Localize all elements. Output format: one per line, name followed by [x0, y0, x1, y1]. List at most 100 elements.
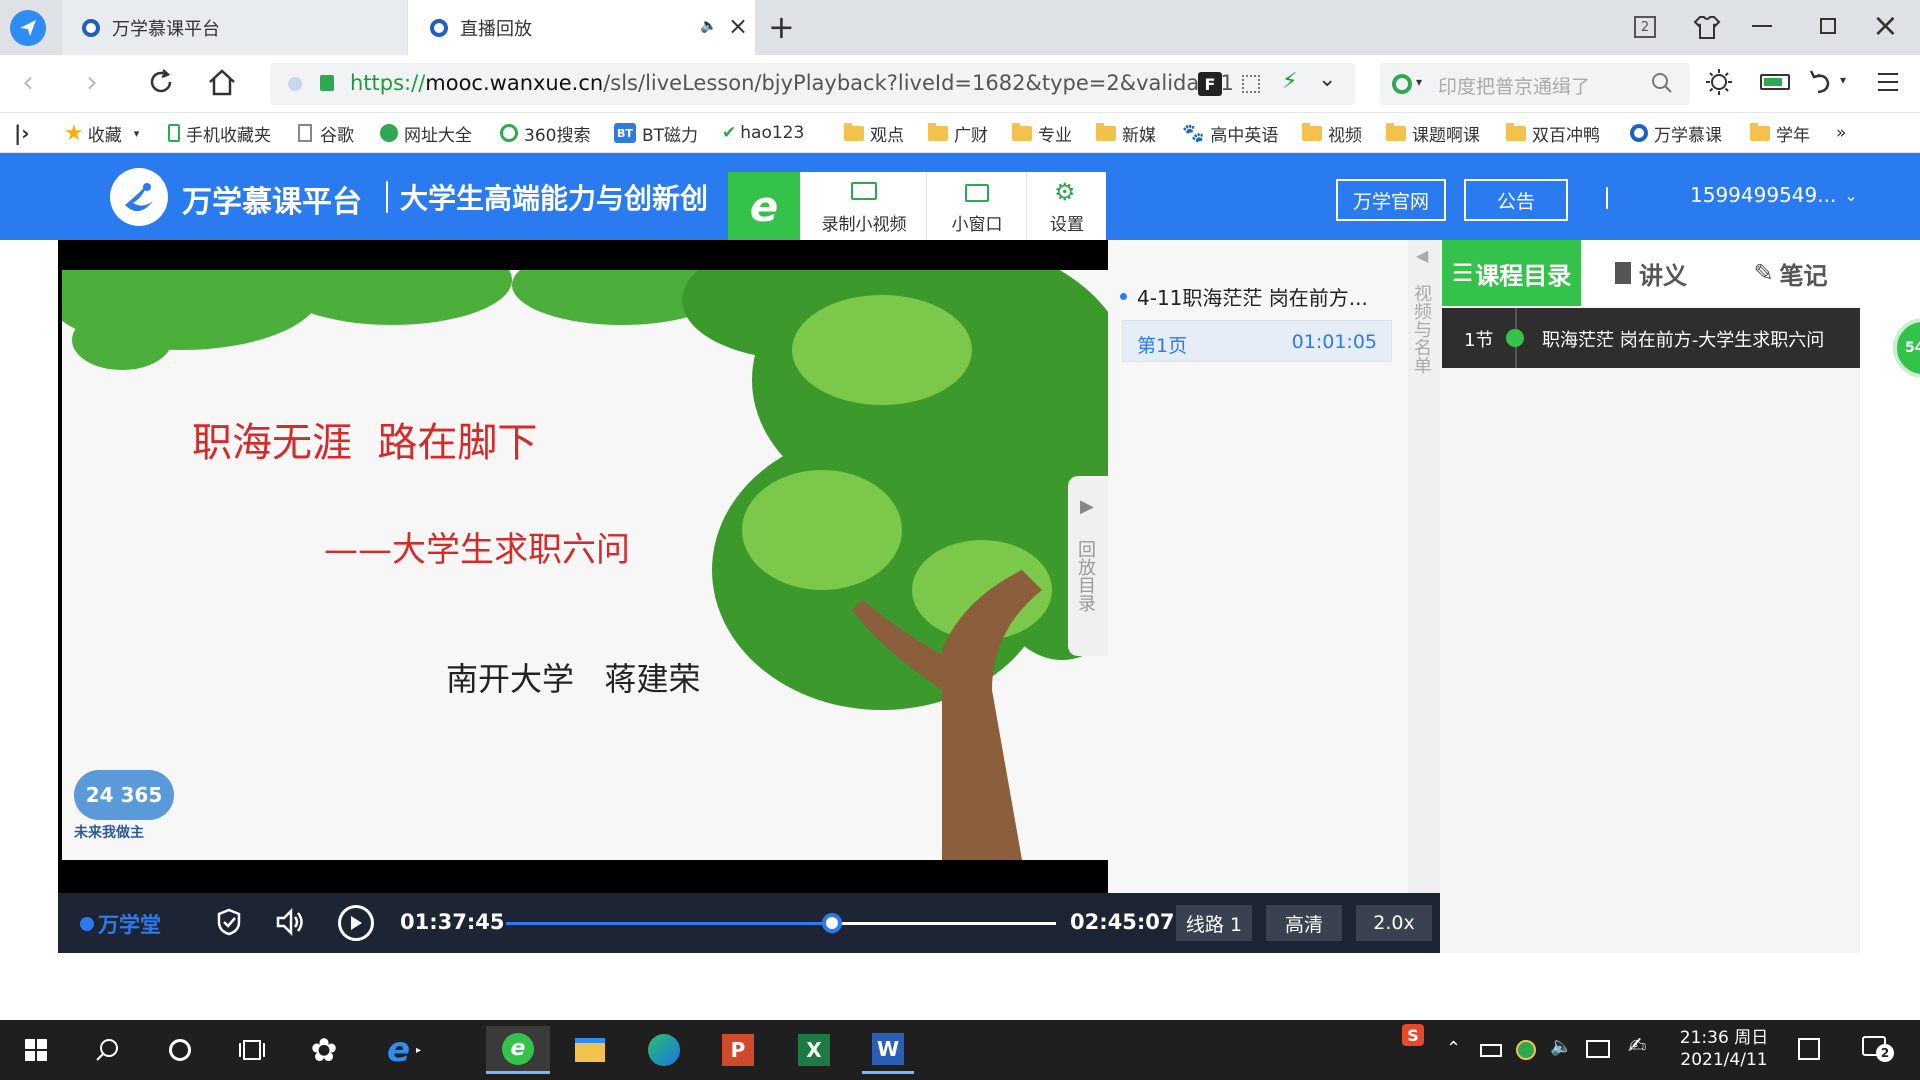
- lightning-icon[interactable]: ⚡: [1282, 69, 1297, 94]
- undo-icon[interactable]: [1808, 67, 1836, 97]
- bookmark-folder-topics[interactable]: 课题啊课: [1386, 121, 1480, 146]
- video-list-toggle[interactable]: ◀ 视频与名单: [1408, 240, 1440, 893]
- volume-icon[interactable]: 🔈: [1550, 1036, 1572, 1057]
- green-tray-icon[interactable]: [1516, 1040, 1536, 1060]
- shield-icon[interactable]: [214, 907, 244, 937]
- bookmark-folder-video[interactable]: 视频: [1302, 121, 1362, 146]
- chevron-down-icon[interactable]: ⌄: [1318, 67, 1336, 92]
- chevron-down-icon[interactable]: ▾: [1840, 73, 1846, 87]
- network-icon[interactable]: [1586, 1040, 1610, 1058]
- notes-icon[interactable]: [1798, 1038, 1820, 1060]
- tab-close-icon[interactable]: ×: [728, 12, 748, 40]
- battery-icon[interactable]: [1480, 1044, 1502, 1057]
- chevron-down-icon[interactable]: ▾: [134, 127, 140, 140]
- bookmark-mobile[interactable]: 手机收藏夹: [168, 121, 271, 146]
- tab-count-button[interactable]: 2: [1634, 16, 1656, 38]
- shirt-icon[interactable]: [1692, 12, 1722, 42]
- pinwheel-app-icon[interactable]: ✿: [298, 1026, 350, 1074]
- playback-catalog-toggle[interactable]: ▶ 回放目录: [1068, 476, 1108, 656]
- bookmark-english[interactable]: 🐾 高中英语: [1182, 121, 1278, 146]
- tab-catalog[interactable]: ☰ 课程目录: [1442, 240, 1581, 306]
- qr-code-icon[interactable]: [1242, 75, 1260, 93]
- tab-handout[interactable]: 讲义: [1581, 240, 1721, 306]
- site-info-icon[interactable]: [288, 77, 302, 91]
- restore-button[interactable]: [1820, 18, 1836, 34]
- file-explorer-icon[interactable]: [564, 1026, 616, 1074]
- quality-button[interactable]: 高清: [1266, 905, 1342, 941]
- tab-playback[interactable]: 直播回放 🔈 ×: [408, 0, 755, 55]
- url-bar[interactable]: https://mooc.wanxue.cn/sls/liveLesson/bj…: [270, 63, 1355, 105]
- bookmark-folder-double[interactable]: 双百冲鸭: [1506, 121, 1600, 146]
- play-button[interactable]: [338, 905, 374, 941]
- excel-icon[interactable]: X: [788, 1026, 840, 1074]
- bookmark-folder-year[interactable]: 学年: [1750, 121, 1810, 146]
- bookmark-directory[interactable]: 网址大全: [380, 121, 472, 146]
- bookmark-google[interactable]: 谷歌: [298, 121, 354, 146]
- tab-wanxue[interactable]: 万学慕课平台: [62, 0, 407, 55]
- bookmark-favorites[interactable]: ★ 收藏 ▾: [64, 121, 140, 146]
- brightness-icon[interactable]: [1704, 67, 1734, 97]
- bookmark-bt[interactable]: BT BT磁力: [614, 121, 698, 146]
- ie-browser-icon[interactable]: e ▸: [378, 1026, 430, 1074]
- browser-logo-icon[interactable]: [10, 10, 46, 46]
- progress-handle[interactable]: [821, 913, 842, 933]
- catalog-item[interactable]: 1节 职海茫茫 岗在前方-大学生求职六问: [1442, 308, 1860, 368]
- announcement-button[interactable]: 公告: [1464, 179, 1568, 221]
- official-site-button[interactable]: 万学官网: [1336, 179, 1446, 221]
- wanxue-logo-icon[interactable]: [110, 168, 168, 226]
- video-frame[interactable]: 职海无涯 路在脚下 ——大学生求职六问 南开大学 蒋建荣 24 365 未来我做…: [62, 270, 1108, 860]
- small-window-button[interactable]: 小窗口: [926, 172, 1026, 240]
- progress-track[interactable]: [506, 913, 1056, 933]
- search-icon[interactable]: [1650, 71, 1674, 95]
- sidebar-toggle-icon[interactable]: |›: [14, 121, 30, 145]
- bookmark-folder-guangcai[interactable]: 广财: [928, 121, 988, 146]
- edge-icon[interactable]: [638, 1026, 690, 1074]
- close-window-button[interactable]: ×: [1872, 6, 1899, 44]
- speed-button[interactable]: 2.0x: [1356, 905, 1432, 941]
- bookmark-folder-views[interactable]: 观点: [844, 121, 904, 146]
- back-icon[interactable]: ‹: [22, 65, 34, 100]
- settings-button[interactable]: ⚙ 设置: [1026, 172, 1106, 240]
- powerpoint-icon[interactable]: P: [712, 1026, 764, 1074]
- menu-icon[interactable]: [1878, 73, 1898, 91]
- search-bar[interactable]: ▾ 印度把普京通缉了: [1380, 63, 1690, 105]
- ime-sogou-icon[interactable]: S: [1402, 1024, 1424, 1046]
- word-icon[interactable]: W: [862, 1026, 914, 1074]
- search-input[interactable]: 印度把普京通缉了: [1438, 72, 1590, 99]
- search-icon[interactable]: [82, 1026, 134, 1074]
- bookmark-folder-newmedia[interactable]: 新媒: [1096, 121, 1156, 146]
- task-view-icon[interactable]: [226, 1026, 278, 1074]
- user-menu[interactable]: 1599499549... ⌄: [1690, 183, 1858, 207]
- refresh-icon[interactable]: [146, 67, 176, 97]
- record-clip-button[interactable]: 录制小视频: [800, 172, 926, 240]
- chevron-down-icon[interactable]: ▾: [1416, 75, 1422, 89]
- forward-icon[interactable]: ›: [86, 65, 98, 100]
- new-tab-button[interactable]: +: [768, 8, 795, 46]
- tab-notes[interactable]: ✎ 笔记: [1721, 240, 1860, 306]
- speaker-muted-icon[interactable]: 🔈: [700, 18, 717, 34]
- bookmark-wanxue[interactable]: 万学慕课: [1630, 121, 1722, 146]
- site-logo-text[interactable]: 万学慕课平台: [182, 177, 362, 221]
- chevron-up-icon[interactable]: ⌃: [1446, 1038, 1461, 1059]
- extension-f-icon[interactable]: F: [1198, 72, 1222, 96]
- home-icon[interactable]: [206, 67, 238, 99]
- cortana-icon[interactable]: [154, 1026, 206, 1074]
- active-browser-icon[interactable]: e: [486, 1026, 550, 1074]
- playlist-title-row[interactable]: 4-11职海茫茫 岗在前方...: [1120, 282, 1400, 311]
- start-button[interactable]: [10, 1026, 62, 1074]
- notification-center-icon[interactable]: 2: [1862, 1036, 1894, 1062]
- page-item[interactable]: 第1页 01:01:05: [1122, 320, 1392, 362]
- battery-icon[interactable]: [1760, 74, 1790, 90]
- url-text[interactable]: https://mooc.wanxue.cn/sls/liveLesson/bj…: [350, 71, 1250, 95]
- line-select-button[interactable]: 线路 1: [1176, 905, 1252, 941]
- bookmark-hao123[interactable]: ✔ hao123: [722, 121, 804, 145]
- minimize-button[interactable]: [1752, 25, 1772, 27]
- volume-icon[interactable]: [274, 907, 306, 937]
- clock[interactable]: 21:36 周日 2021/4/11: [1666, 1027, 1782, 1071]
- search-engine-icon[interactable]: [1392, 74, 1412, 94]
- bookmark-folder-major[interactable]: 专业: [1012, 121, 1072, 146]
- floating-timer-badge[interactable]: 54: [1893, 318, 1920, 378]
- pen-icon[interactable]: ✍: [1628, 1034, 1646, 1059]
- bookmarks-more-button[interactable]: »: [1836, 121, 1846, 145]
- bookmark-360[interactable]: 360搜索: [500, 121, 590, 146]
